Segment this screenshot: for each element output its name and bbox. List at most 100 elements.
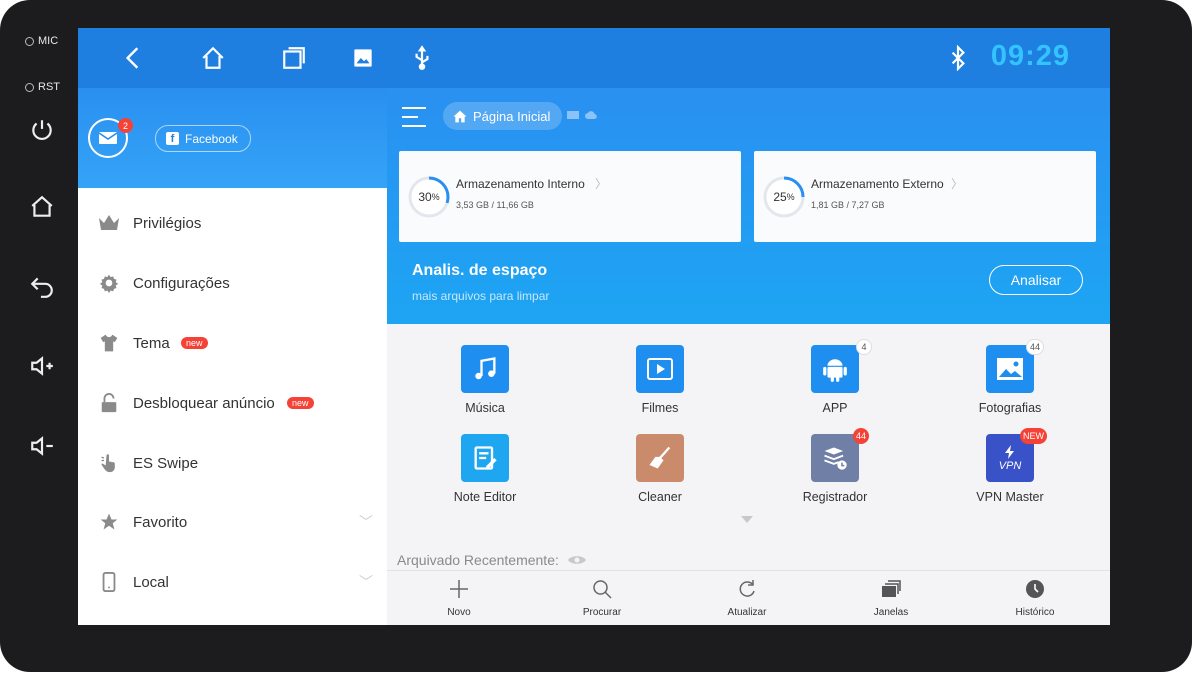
app-label: VPN Master bbox=[976, 490, 1044, 504]
bluetooth-indicator bbox=[944, 44, 972, 72]
log-icon bbox=[811, 434, 859, 482]
analysis-subtitle: mais arquivos para limpar bbox=[412, 289, 550, 303]
count-badge: 4 bbox=[856, 339, 872, 355]
gallery-button[interactable] bbox=[349, 44, 377, 72]
analysis-title: Analis. de espaço bbox=[412, 262, 548, 279]
star-icon bbox=[98, 511, 120, 533]
storage-usage: 3,53 GB / 11,66 GB bbox=[456, 200, 534, 210]
volume-down-icon bbox=[31, 436, 53, 456]
home-outline-icon bbox=[202, 46, 224, 69]
windows-button[interactable]: Janelas bbox=[851, 575, 931, 623]
sidebar-item-local[interactable]: Local ﹀ bbox=[78, 560, 387, 604]
sidebar-item-tema[interactable]: Tema new bbox=[78, 321, 387, 365]
app-label: Fotografias bbox=[978, 401, 1042, 415]
app-tile-musica[interactable]: Música bbox=[425, 345, 545, 425]
refresh-button[interactable]: Atualizar bbox=[707, 575, 787, 623]
sidebar-item-desbloquear-anuncio[interactable]: Desbloquear anúncio new bbox=[78, 381, 387, 425]
rst-indicator[interactable]: RST bbox=[25, 81, 60, 93]
app-label: Música bbox=[465, 401, 505, 415]
unlock-icon bbox=[98, 392, 120, 414]
android-icon bbox=[811, 345, 859, 393]
power-icon bbox=[32, 120, 52, 141]
breadcrumb[interactable]: Página Inicial bbox=[443, 102, 563, 130]
history-button[interactable]: Histórico bbox=[995, 575, 1075, 623]
volume-up-icon bbox=[31, 356, 53, 376]
sidebar-item-favorito[interactable]: Favorito ﹀ bbox=[78, 500, 387, 544]
app-tile-cleaner[interactable]: Cleaner bbox=[600, 434, 720, 514]
app-tile-fotografias[interactable]: 44 Fotografias bbox=[950, 339, 1070, 425]
new-button[interactable]: Novo bbox=[419, 575, 499, 623]
toolbar-label: Procurar bbox=[582, 607, 622, 618]
analyze-button[interactable]: Analisar bbox=[989, 265, 1083, 295]
usage-percent-value: 30 bbox=[418, 190, 432, 204]
hw-home-button[interactable] bbox=[26, 191, 58, 223]
hamburger-menu-icon[interactable] bbox=[401, 106, 427, 128]
film-icon bbox=[636, 345, 684, 393]
hw-volume-down-button[interactable] bbox=[26, 430, 58, 462]
storage-card-external[interactable]: 25% Armazenamento Externo 1,81 GB / 7,27… bbox=[754, 151, 1096, 242]
sidebar-header: 2 f Facebook bbox=[78, 88, 387, 188]
app-label: Filmes bbox=[641, 401, 679, 415]
app-label: Cleaner bbox=[638, 490, 682, 504]
toolbar-label: Histórico bbox=[1015, 607, 1055, 618]
mail-badge: 2 bbox=[118, 118, 133, 133]
nav-home-button[interactable] bbox=[199, 44, 227, 72]
recent-files-header: Arquivado Recentemente: bbox=[397, 552, 587, 568]
usage-percent: 25% bbox=[762, 175, 806, 219]
storage-card-internal[interactable]: 30% Armazenamento Interno 3,53 GB / 11,6… bbox=[399, 151, 741, 242]
hw-power-button[interactable] bbox=[26, 114, 58, 146]
toolbar-label: Novo bbox=[447, 607, 471, 618]
swipe-hand-icon bbox=[98, 452, 120, 474]
facebook-button[interactable]: f Facebook bbox=[155, 125, 251, 152]
search-button[interactable]: Procurar bbox=[562, 575, 642, 623]
app-tile-note-editor[interactable]: Note Editor bbox=[425, 434, 545, 514]
note-icon bbox=[461, 434, 509, 482]
rst-label: RST bbox=[38, 81, 60, 93]
storage-title: Armazenamento Interno bbox=[456, 177, 585, 191]
hw-volume-up-button[interactable] bbox=[26, 350, 58, 382]
app-tile-vpn-master[interactable]: VPN NEW VPN Master bbox=[950, 428, 1070, 514]
music-icon bbox=[461, 345, 509, 393]
home-filled-icon bbox=[453, 110, 467, 122]
header-area: Página Inicial 30% Armazenamento Interno… bbox=[387, 88, 1110, 324]
cloud-icon[interactable] bbox=[585, 110, 597, 120]
sidebar-item-configuracoes[interactable]: Configurações bbox=[78, 261, 387, 305]
count-badge: 44 bbox=[853, 428, 870, 444]
eye-icon[interactable] bbox=[567, 554, 587, 566]
hw-back-button[interactable] bbox=[26, 270, 58, 302]
image-icon bbox=[354, 49, 372, 67]
broom-icon bbox=[636, 434, 684, 482]
sidebar-item-privilegios[interactable]: Privilégios bbox=[78, 201, 387, 245]
envelope-icon bbox=[98, 132, 118, 144]
back-arrow-icon bbox=[30, 277, 53, 298]
toolbar-label: Janelas bbox=[873, 607, 909, 618]
photo-icon bbox=[986, 345, 1034, 393]
storage-title: Armazenamento Externo bbox=[811, 177, 944, 191]
home-icon bbox=[31, 195, 53, 217]
app-tile-filmes[interactable]: Filmes bbox=[600, 345, 720, 425]
chevron-down-icon: ﹀ bbox=[359, 574, 373, 590]
breadcrumb-extras bbox=[567, 110, 597, 120]
new-badge: new bbox=[181, 337, 208, 349]
nav-recents-button[interactable] bbox=[280, 44, 308, 72]
status-bar: 09:29 bbox=[78, 28, 1110, 88]
chevron-down-icon: ﹀ bbox=[359, 514, 373, 530]
facebook-icon: f bbox=[166, 132, 179, 145]
recent-apps-icon bbox=[283, 47, 305, 69]
mic-label: MIC bbox=[38, 35, 59, 47]
rst-dot-icon bbox=[25, 82, 34, 92]
app-tile-registrador[interactable]: 44 Registrador bbox=[775, 428, 895, 514]
expand-down-icon[interactable] bbox=[741, 516, 753, 523]
plus-icon bbox=[447, 577, 471, 601]
app-label: Registrador bbox=[802, 490, 868, 504]
nav-back-button[interactable] bbox=[119, 44, 147, 72]
sidebar-item-label: Configurações bbox=[133, 274, 230, 292]
usb-button[interactable] bbox=[408, 44, 436, 72]
sidebar-item-es-swipe[interactable]: ES Swipe bbox=[78, 441, 387, 485]
usage-percent-unit: % bbox=[431, 192, 440, 202]
sidebar-drawer: 2 f Facebook Privilégios Configurações T… bbox=[78, 88, 387, 625]
phone-icon bbox=[98, 571, 120, 593]
app-tile-app[interactable]: 4 APP bbox=[775, 339, 895, 425]
search-icon bbox=[590, 577, 614, 601]
window-icon[interactable] bbox=[567, 110, 579, 120]
